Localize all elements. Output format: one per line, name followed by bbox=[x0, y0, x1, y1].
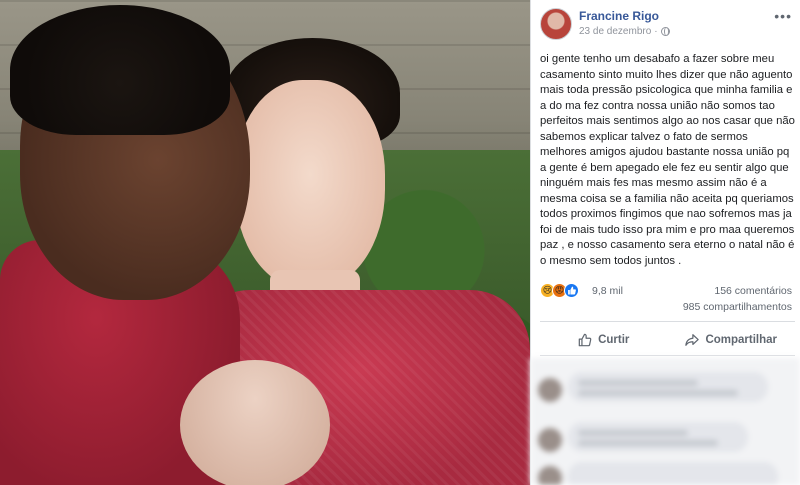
separator-dot: · bbox=[654, 26, 658, 37]
like-label: Curtir bbox=[598, 334, 630, 346]
thumbs-up-icon bbox=[578, 333, 592, 347]
post-meta: 23 de dezembro · bbox=[579, 26, 670, 37]
reactions-bar: 😢 😡 9,8 mil 156 comentários 985 comparti… bbox=[540, 281, 795, 313]
comment-line bbox=[578, 390, 738, 396]
more-options-icon[interactable]: ••• bbox=[774, 8, 792, 24]
comment-line bbox=[578, 380, 698, 386]
divider bbox=[540, 355, 795, 356]
avatar[interactable] bbox=[540, 8, 572, 40]
share-label: Compartilhar bbox=[705, 334, 778, 346]
share-button[interactable]: Compartilhar bbox=[668, 326, 796, 354]
photo-woman-arm bbox=[180, 360, 330, 485]
comment-bubble bbox=[568, 462, 778, 485]
reaction-icons[interactable]: 😢 😡 bbox=[540, 283, 579, 298]
globe-icon bbox=[660, 27, 670, 36]
photo-man-hair bbox=[10, 5, 230, 135]
comment-line bbox=[578, 440, 718, 446]
reaction-count[interactable]: 9,8 mil bbox=[592, 285, 623, 297]
comment-avatar bbox=[538, 378, 562, 402]
comments-count[interactable]: 156 comentários bbox=[714, 285, 792, 297]
post-header: Francine Rigo 23 de dezembro · ••• bbox=[540, 8, 795, 40]
comment-bubble bbox=[568, 422, 748, 452]
comment-bubble bbox=[568, 372, 768, 402]
divider bbox=[540, 321, 795, 322]
comments-section-blurred bbox=[530, 358, 800, 485]
like-button[interactable]: Curtir bbox=[540, 326, 668, 354]
post-text: oi gente tenho um desabafo a fazer sobre… bbox=[540, 53, 795, 267]
post-actions: Curtir Compartilhar bbox=[540, 326, 795, 354]
comment-line bbox=[578, 430, 688, 436]
share-arrow-icon bbox=[685, 334, 700, 346]
like-reaction-icon bbox=[564, 283, 579, 298]
comment-avatar bbox=[538, 466, 562, 485]
post-date[interactable]: 23 de dezembro bbox=[579, 26, 651, 37]
photo-woman-face bbox=[235, 80, 385, 290]
post-photo[interactable] bbox=[0, 0, 530, 485]
shares-count[interactable]: 985 compartilhamentos bbox=[683, 301, 792, 313]
comment-avatar bbox=[538, 428, 562, 452]
author-name[interactable]: Francine Rigo bbox=[579, 9, 659, 23]
